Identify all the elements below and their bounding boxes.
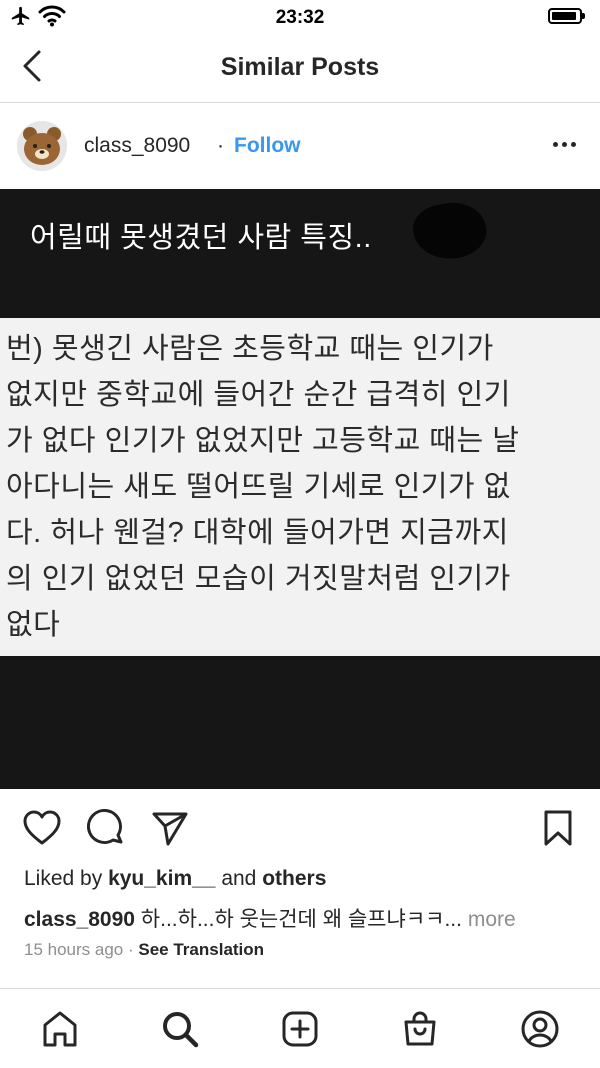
dot-icon [570, 141, 576, 147]
status-time: 23:32 [275, 7, 325, 28]
see-translation-link[interactable]: See Translation [138, 940, 264, 959]
separator-dot: · [217, 134, 224, 157]
comment-icon [87, 809, 123, 844]
like-button[interactable] [22, 808, 62, 848]
post-image[interactable]: 어릴때 못생겼던 사람 특징.. 번) 못생긴 사람은 초등학교 때는 인기가 … [0, 189, 600, 789]
tab-profile[interactable] [518, 1007, 562, 1051]
meta-separator: · [127, 940, 134, 959]
tab-create[interactable] [278, 1007, 322, 1051]
caption-more-link[interactable]: more [468, 908, 516, 931]
profile-icon [521, 1010, 559, 1048]
caption-text: 하...하...하 웃는건데 왜 슬프냐ㅋㅋ... [140, 908, 462, 931]
save-button[interactable] [538, 808, 578, 848]
post-username[interactable]: class_8090 [84, 134, 190, 158]
panel-line: 의 인기 없었던 모습이 거짓말처럼 인기가 [6, 563, 511, 595]
dot-icon [561, 141, 567, 147]
bookmark-icon [544, 810, 572, 846]
image-text-panel: 번) 못생긴 사람은 초등학교 때는 인기가 없지만 중학교에 들어간 순간 급… [0, 318, 600, 656]
avatar[interactable] [17, 121, 67, 171]
likes-prefix: Liked by [24, 867, 103, 890]
post-timestamp: 15 hours ago [24, 940, 124, 959]
follow-button[interactable]: Follow [234, 134, 301, 158]
likes-summary: Liked by kyu_kim__ and others [24, 867, 326, 891]
redaction-scribble [408, 196, 492, 266]
search-icon [163, 1012, 199, 1048]
image-title: 어릴때 못생겼던 사람 특징.. [30, 222, 372, 254]
send-icon [152, 812, 188, 846]
nav-header: Similar Posts [0, 34, 600, 103]
tab-home[interactable] [38, 1007, 82, 1051]
panel-line: 가 없다 인기가 없었지만 고등학교 때는 날 [6, 425, 520, 457]
dot-icon [552, 141, 558, 147]
status-bar: 23:32 [0, 0, 600, 34]
comment-button[interactable] [86, 808, 126, 848]
post-actions [0, 790, 600, 866]
panel-line: 아다니는 새도 떨어뜨릴 기세로 인기가 없 [6, 471, 511, 503]
share-button[interactable] [150, 808, 190, 848]
caption: class_8090 하...하...하 웃는건데 왜 슬프냐ㅋㅋ... mor… [24, 903, 516, 933]
post-header: class_8090 · Follow [0, 103, 600, 189]
panel-line: 번) 못생긴 사람은 초등학교 때는 인기가 [6, 333, 494, 365]
tab-search[interactable] [158, 1007, 202, 1051]
battery-icon [548, 8, 585, 24]
likes-conj: and [221, 867, 257, 890]
panel-line: 다. 허나 웬걸? 대학에 들어가면 지금까지 [6, 517, 509, 549]
add-post-icon [282, 1011, 318, 1047]
caption-username[interactable]: class_8090 [24, 908, 135, 931]
shop-icon [404, 1011, 436, 1046]
likes-others[interactable]: others [262, 867, 326, 890]
post-meta: 15 hours ago · See Translation [24, 940, 264, 960]
panel-text: 번) 못생긴 사람은 초등학교 때는 인기가 없지만 중학교에 들어간 순간 급… [6, 326, 600, 648]
liked-by-user[interactable]: kyu_kim__ [108, 867, 215, 890]
more-options-button[interactable] [544, 129, 584, 159]
tab-shop[interactable] [398, 1007, 442, 1051]
tab-bar [0, 988, 600, 1068]
bear-avatar-icon [17, 121, 67, 171]
page-title: Similar Posts [220, 53, 380, 81]
home-icon [43, 1011, 77, 1047]
panel-line: 없다 [6, 609, 61, 641]
panel-line: 없지만 중학교에 들어간 순간 급격히 인기 [6, 379, 511, 411]
heart-icon [23, 810, 61, 845]
